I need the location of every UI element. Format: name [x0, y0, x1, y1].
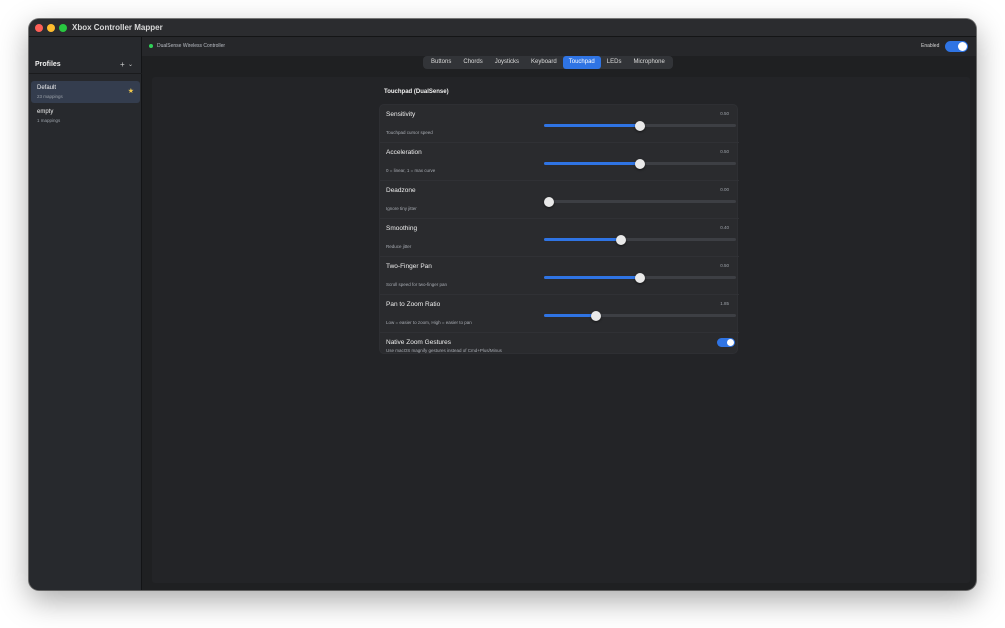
setting-label: Sensitivity	[386, 111, 416, 118]
app-window: Xbox Controller Mapper Profiles + ⌄ Defa…	[29, 19, 976, 590]
slider-fill	[544, 276, 640, 279]
setting-value: 0.40	[720, 225, 729, 230]
tab-keyboard[interactable]: Keyboard	[525, 56, 563, 69]
setting-description: 0 = linear, 1 = max curve	[386, 168, 436, 173]
setting-value: 0.50	[720, 149, 729, 154]
slider-thumb[interactable]	[615, 234, 626, 245]
setting-description: Ignore tiny jitter	[386, 206, 417, 211]
add-profile-button[interactable]: +	[120, 60, 125, 69]
slider-thumb[interactable]	[635, 272, 645, 283]
connection-status-icon	[149, 44, 153, 48]
tab-leds[interactable]: LEDs	[601, 56, 628, 69]
tab-joysticks[interactable]: Joysticks	[489, 56, 525, 69]
sensitivity-slider[interactable]	[544, 120, 736, 131]
deadzone-slider[interactable]	[544, 196, 736, 207]
touchpad-settings-panel: Sensitivity 0.50 Touchpad cursor speed A…	[379, 104, 739, 355]
enabled-toggle[interactable]	[945, 41, 968, 52]
setting-row-sensitivity: Sensitivity 0.50 Touchpad cursor speed	[380, 105, 739, 143]
sidebar-divider	[29, 73, 142, 74]
setting-value: 1.85	[720, 301, 729, 306]
chevron-down-icon[interactable]: ⌄	[128, 61, 133, 68]
profile-mapping-count: 23 mappings	[37, 94, 63, 99]
setting-label: Pan to Zoom Ratio	[386, 301, 441, 308]
slider-thumb[interactable]	[635, 120, 645, 131]
profile-name: empty	[37, 109, 54, 115]
profile-item-default[interactable]: Default 23 mappings ★	[31, 81, 140, 103]
slider-fill	[544, 124, 640, 127]
toggle-knob	[958, 42, 967, 51]
section-tabs: Buttons Chords Joysticks Keyboard Touchp…	[423, 56, 673, 69]
setting-row-smoothing: Smoothing 0.40 Reduce jitter	[380, 219, 739, 257]
setting-description: Low = easier to zoom, High = easier to p…	[386, 320, 472, 325]
profiles-header: Profiles	[35, 61, 61, 68]
setting-label: Deadzone	[386, 187, 416, 194]
setting-row-native-zoom-gestures: Native Zoom Gestures Use macOS magnify g…	[380, 333, 739, 355]
setting-label: Native Zoom Gestures	[386, 339, 452, 346]
tab-chords[interactable]: Chords	[457, 56, 488, 69]
slider-fill	[544, 162, 640, 165]
tab-microphone[interactable]: Microphone	[627, 56, 670, 69]
smoothing-slider[interactable]	[544, 234, 736, 245]
setting-label: Smoothing	[386, 225, 418, 232]
controller-name: DualSense Wireless Controller	[157, 42, 226, 49]
tab-buttons[interactable]: Buttons	[425, 56, 457, 69]
profile-mapping-count: 1 mappings	[37, 118, 61, 123]
setting-description: Use macOS magnify gestures instead of Cm…	[386, 348, 502, 353]
setting-value: 0.00	[720, 187, 729, 192]
setting-description: Touchpad cursor speed	[386, 130, 433, 135]
toggle-knob	[727, 339, 734, 346]
acceleration-slider[interactable]	[544, 158, 736, 169]
section-title: Touchpad (DualSense)	[384, 89, 449, 95]
two-finger-pan-slider[interactable]	[544, 272, 736, 283]
pan-to-zoom-ratio-slider[interactable]	[544, 310, 736, 321]
native-zoom-toggle[interactable]	[717, 338, 735, 347]
profiles-sidebar: Profiles + ⌄ Default 23 mappings ★ empty…	[29, 37, 142, 590]
setting-label: Acceleration	[386, 149, 422, 156]
zoom-window-button[interactable]	[59, 24, 67, 32]
setting-label: Two-Finger Pan	[386, 263, 432, 270]
profile-name: Default	[37, 85, 57, 91]
star-icon: ★	[127, 88, 134, 95]
tab-touchpad[interactable]: Touchpad	[562, 56, 601, 69]
touchpad-content: Touchpad (DualSense) Sensitivity 0.50 To…	[152, 77, 970, 583]
setting-description: Scroll speed for two-finger pan	[386, 282, 448, 287]
setting-row-deadzone: Deadzone 0.00 Ignore tiny jitter	[380, 181, 739, 219]
slider-fill	[544, 238, 621, 241]
window-title: Xbox Controller Mapper	[72, 23, 163, 32]
enabled-label: Enabled	[921, 42, 940, 49]
controller-status-bar: DualSense Wireless Controller Enabled	[142, 37, 976, 56]
slider-thumb[interactable]	[590, 310, 601, 321]
close-window-button[interactable]	[35, 24, 43, 32]
setting-row-acceleration: Acceleration 0.50 0 = linear, 1 = max cu…	[380, 143, 739, 181]
profile-item-empty[interactable]: empty 1 mappings	[31, 105, 140, 127]
setting-description: Reduce jitter	[386, 244, 412, 249]
setting-value: 0.50	[720, 111, 729, 116]
slider-thumb[interactable]	[635, 158, 645, 169]
slider-thumb[interactable]	[544, 196, 554, 207]
setting-row-pan-to-zoom-ratio: Pan to Zoom Ratio 1.85 Low = easier to z…	[380, 295, 739, 333]
slider-fill	[544, 314, 596, 317]
minimize-window-button[interactable]	[47, 24, 55, 32]
setting-value: 0.50	[720, 263, 729, 268]
title-bar: Xbox Controller Mapper	[29, 19, 976, 37]
setting-row-two-finger-pan: Two-Finger Pan 0.50 Scroll speed for two…	[380, 257, 739, 295]
